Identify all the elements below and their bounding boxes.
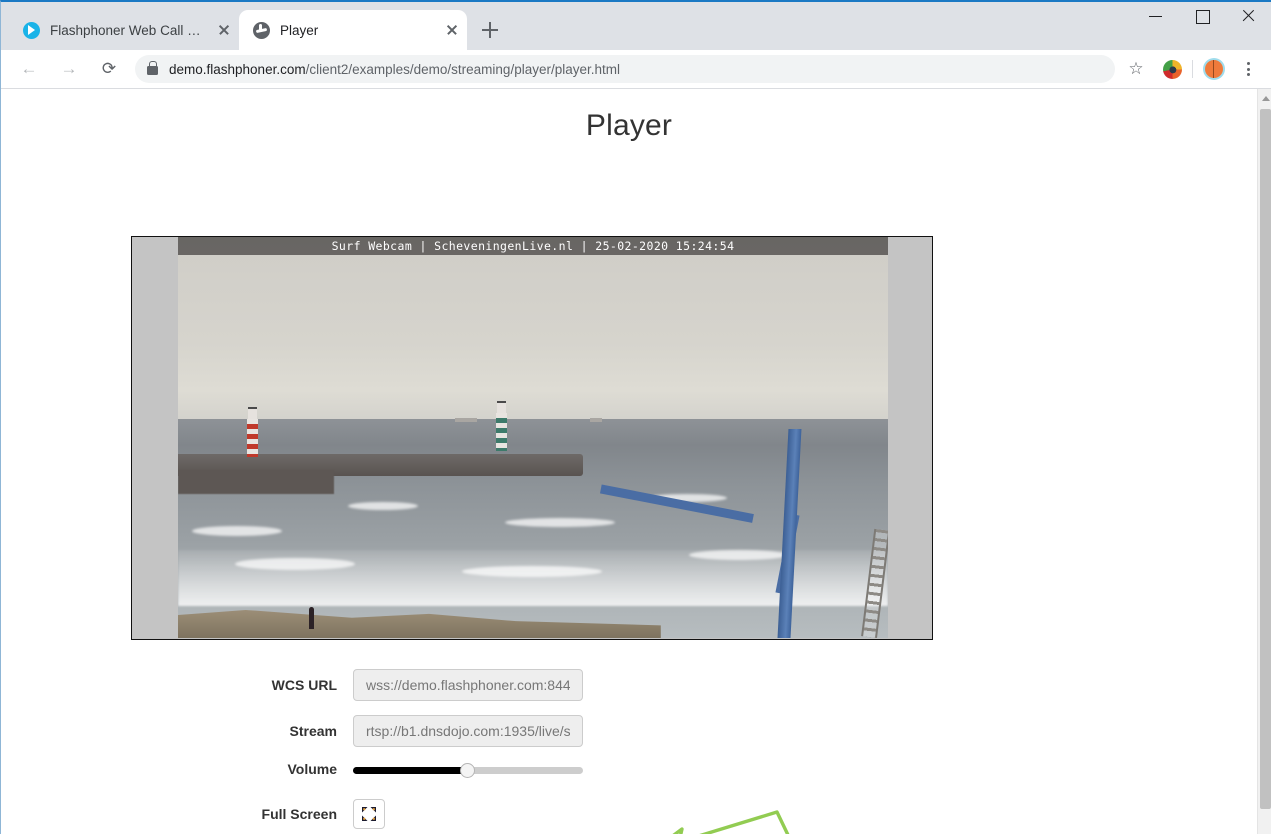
flashphoner-icon	[23, 21, 40, 39]
fullscreen-button[interactable]	[353, 799, 385, 829]
fullscreen-label: Full Screen	[261, 806, 337, 822]
extension-icon[interactable]	[1163, 59, 1182, 79]
video-overlay-text: Surf Webcam | ScheveningenLive.nl | 25-0…	[178, 237, 888, 255]
close-icon[interactable]	[441, 19, 463, 41]
minimize-button[interactable]	[1133, 0, 1179, 32]
toolbar-divider	[1192, 60, 1193, 78]
lighthouse-body	[495, 413, 507, 452]
page-scrollbar[interactable]	[1257, 89, 1271, 834]
lighthouse-body	[247, 419, 259, 458]
fullscreen-icon	[362, 807, 376, 821]
address-bar[interactable]: demo.flashphoner.com/client2/examples/de…	[135, 55, 1115, 83]
stream-label: Stream	[289, 723, 337, 739]
url-path: /client2/examples/demo/streaming/player/…	[305, 61, 620, 77]
menu-icon[interactable]	[1235, 56, 1261, 82]
tab-strip: Flashphoner Web Call Server Player	[1, 2, 1271, 50]
page-title: Player	[585, 109, 673, 142]
form-row-stream: Stream	[1, 715, 1257, 747]
wcs-url-input[interactable]	[353, 669, 583, 701]
ship-distant	[454, 418, 477, 423]
volume-slider[interactable]	[353, 763, 583, 778]
pier-rocks	[178, 469, 335, 494]
player-form: WCS URL Stream Volume	[1, 669, 1257, 834]
tab-title: Player	[280, 22, 319, 38]
close-window-button[interactable]	[1225, 0, 1271, 32]
volume-field-wrap	[353, 763, 583, 778]
new-tab-button[interactable]	[475, 15, 505, 45]
lighthouse-red	[245, 407, 260, 458]
volume-label: Volume	[287, 761, 337, 777]
sky	[178, 237, 888, 430]
stream-field-wrap	[353, 715, 583, 747]
wave-foam	[192, 525, 283, 536]
video-player[interactable]: Surf Webcam | ScheveningenLive.nl | 25-0…	[131, 236, 933, 640]
url-host: demo.flashphoner.com	[169, 61, 306, 77]
bookmark-star-icon[interactable]: ☆	[1123, 56, 1149, 82]
close-icon[interactable]	[213, 19, 235, 41]
page-viewport: Player Surf Webcam | ScheveningenLive.nl…	[1, 89, 1271, 834]
scrollbar-thumb[interactable]	[1260, 109, 1271, 809]
slider-fill	[353, 767, 467, 774]
browser-toolbar: ← → ⟳ demo.flashphoner.com/client2/examp…	[1, 50, 1271, 89]
ship-distant	[589, 418, 602, 423]
profile-avatar[interactable]	[1203, 58, 1225, 80]
fullscreen-field-wrap	[353, 799, 583, 829]
back-icon[interactable]: ←	[15, 55, 43, 83]
window-controls	[1133, 0, 1271, 32]
form-row-fullscreen: Full Screen	[1, 799, 1257, 829]
person-silhouette	[309, 607, 315, 630]
slider-handle[interactable]	[460, 763, 475, 778]
form-row-volume: Volume	[1, 761, 1257, 778]
browser-window: Flashphoner Web Call Server Player ← → ⟳…	[0, 0, 1271, 834]
lighthouse-green	[494, 401, 509, 452]
page-content: Player Surf Webcam | ScheveningenLive.nl…	[1, 89, 1257, 834]
wcs-url-field-wrap	[353, 669, 583, 701]
tab-flashphoner-web-call-server[interactable]: Flashphoner Web Call Server	[9, 10, 239, 50]
forward-icon[interactable]: →	[55, 55, 83, 83]
scroll-up-arrow-icon[interactable]	[1258, 89, 1271, 106]
tab-player[interactable]: Player	[239, 10, 467, 50]
form-row-wcs-url: WCS URL	[1, 669, 1257, 701]
wave-foam	[504, 517, 615, 527]
lock-icon	[147, 61, 158, 75]
tab-title: Flashphoner Web Call Server	[50, 22, 207, 38]
stream-input[interactable]	[353, 715, 583, 747]
reload-icon[interactable]: ⟳	[95, 55, 123, 83]
wcs-url-label: WCS URL	[271, 677, 337, 693]
wave-foam	[348, 501, 419, 510]
globe-icon	[253, 21, 270, 39]
maximize-button[interactable]	[1179, 0, 1225, 32]
video-frame: Surf Webcam | ScheveningenLive.nl | 25-0…	[178, 237, 888, 638]
